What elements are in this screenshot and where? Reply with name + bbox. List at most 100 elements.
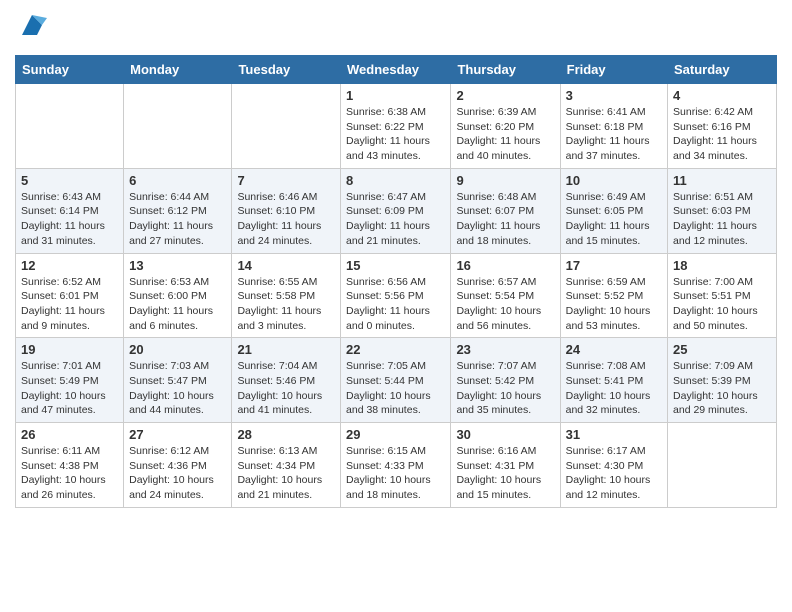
day-info: Sunrise: 6:56 AM Sunset: 5:56 PM Dayligh… bbox=[346, 275, 445, 334]
calendar-week-row: 19 Sunrise: 7:01 AM Sunset: 5:49 PM Dayli… bbox=[16, 338, 777, 423]
calendar-table: SundayMondayTuesdayWednesdayThursdayFrid… bbox=[15, 55, 777, 508]
day-info: Sunrise: 6:15 AM Sunset: 4:33 PM Dayligh… bbox=[346, 444, 445, 503]
calendar-week-row: 26 Sunrise: 6:11 AM Sunset: 4:38 PM Dayli… bbox=[16, 423, 777, 508]
calendar-cell: 8 Sunrise: 6:47 AM Sunset: 6:09 PM Daylig… bbox=[341, 168, 451, 253]
day-info: Sunrise: 6:38 AM Sunset: 6:22 PM Dayligh… bbox=[346, 105, 445, 164]
day-info: Sunrise: 7:07 AM Sunset: 5:42 PM Dayligh… bbox=[456, 359, 554, 418]
day-info: Sunrise: 6:44 AM Sunset: 6:12 PM Dayligh… bbox=[129, 190, 226, 249]
day-number: 13 bbox=[129, 258, 226, 273]
day-number: 5 bbox=[21, 173, 118, 188]
calendar-cell: 21Sunrise: 7:04 AM Sunset: 5:46 PM Dayli… bbox=[232, 338, 341, 423]
day-number: 29 bbox=[346, 427, 445, 442]
calendar-cell: 29 Sunrise: 6:15 AM Sunset: 4:33 PM Dayli… bbox=[341, 423, 451, 508]
day-number: 30 bbox=[456, 427, 554, 442]
day-info: Sunrise: 6:48 AM Sunset: 6:07 PM Dayligh… bbox=[456, 190, 554, 249]
day-info: Sunrise: 6:11 AM Sunset: 4:38 PM Dayligh… bbox=[21, 444, 118, 503]
day-number: 3 bbox=[566, 88, 662, 103]
calendar-cell: 6 Sunrise: 6:44 AM Sunset: 6:12 PM Daylig… bbox=[124, 168, 232, 253]
day-number: 28 bbox=[237, 427, 335, 442]
day-info: Sunrise: 6:46 AM Sunset: 6:10 PM Dayligh… bbox=[237, 190, 335, 249]
calendar-cell: 28 Sunrise: 6:13 AM Sunset: 4:34 PM Dayli… bbox=[232, 423, 341, 508]
calendar-cell: 11 Sunrise: 6:51 AM Sunset: 6:03 PM Dayli… bbox=[668, 168, 777, 253]
calendar-cell: 19 Sunrise: 7:01 AM Sunset: 5:49 PM Dayli… bbox=[16, 338, 124, 423]
weekday-header: Wednesday bbox=[341, 56, 451, 84]
day-number: 27 bbox=[129, 427, 226, 442]
weekday-header: Friday bbox=[560, 56, 667, 84]
calendar-cell: 12 Sunrise: 6:52 AM Sunset: 6:01 PM Dayli… bbox=[16, 253, 124, 338]
day-info: Sunrise: 6:55 AM Sunset: 5:58 PM Dayligh… bbox=[237, 275, 335, 334]
day-number: 24 bbox=[566, 342, 662, 357]
calendar-cell: 13 Sunrise: 6:53 AM Sunset: 6:00 PM Dayli… bbox=[124, 253, 232, 338]
day-number: 6 bbox=[129, 173, 226, 188]
day-number: 12 bbox=[21, 258, 118, 273]
day-info: Sunrise: 7:00 AM Sunset: 5:51 PM Dayligh… bbox=[673, 275, 771, 334]
day-info: Sunrise: 6:13 AM Sunset: 4:34 PM Dayligh… bbox=[237, 444, 335, 503]
calendar-week-row: 5 Sunrise: 6:43 AM Sunset: 6:14 PM Daylig… bbox=[16, 168, 777, 253]
day-info: Sunrise: 7:04 AM Sunset: 5:46 PM Dayligh… bbox=[237, 359, 335, 418]
day-number: 31 bbox=[566, 427, 662, 442]
header bbox=[15, 10, 777, 45]
calendar-cell: 23Sunrise: 7:07 AM Sunset: 5:42 PM Dayli… bbox=[451, 338, 560, 423]
logo-icon bbox=[17, 10, 47, 40]
day-number: 16 bbox=[456, 258, 554, 273]
logo bbox=[15, 10, 47, 45]
day-info: Sunrise: 6:49 AM Sunset: 6:05 PM Dayligh… bbox=[566, 190, 662, 249]
day-info: Sunrise: 6:47 AM Sunset: 6:09 PM Dayligh… bbox=[346, 190, 445, 249]
day-info: Sunrise: 7:01 AM Sunset: 5:49 PM Dayligh… bbox=[21, 359, 118, 418]
calendar-cell: 17Sunrise: 6:59 AM Sunset: 5:52 PM Dayli… bbox=[560, 253, 667, 338]
day-number: 14 bbox=[237, 258, 335, 273]
day-info: Sunrise: 6:53 AM Sunset: 6:00 PM Dayligh… bbox=[129, 275, 226, 334]
calendar-cell: 30 Sunrise: 6:16 AM Sunset: 4:31 PM Dayli… bbox=[451, 423, 560, 508]
calendar-cell: 1 Sunrise: 6:38 AM Sunset: 6:22 PM Daylig… bbox=[341, 84, 451, 169]
day-info: Sunrise: 6:17 AM Sunset: 4:30 PM Dayligh… bbox=[566, 444, 662, 503]
day-number: 7 bbox=[237, 173, 335, 188]
day-number: 20 bbox=[129, 342, 226, 357]
day-number: 22 bbox=[346, 342, 445, 357]
calendar-cell bbox=[232, 84, 341, 169]
day-number: 26 bbox=[21, 427, 118, 442]
day-info: Sunrise: 6:41 AM Sunset: 6:18 PM Dayligh… bbox=[566, 105, 662, 164]
calendar-week-row: 12 Sunrise: 6:52 AM Sunset: 6:01 PM Dayli… bbox=[16, 253, 777, 338]
calendar-cell: 24 Sunrise: 7:08 AM Sunset: 5:41 PM Dayli… bbox=[560, 338, 667, 423]
day-info: Sunrise: 6:39 AM Sunset: 6:20 PM Dayligh… bbox=[456, 105, 554, 164]
calendar-cell bbox=[124, 84, 232, 169]
calendar-cell: 22 Sunrise: 7:05 AM Sunset: 5:44 PM Dayli… bbox=[341, 338, 451, 423]
calendar-cell: 5 Sunrise: 6:43 AM Sunset: 6:14 PM Daylig… bbox=[16, 168, 124, 253]
calendar-cell: 31 Sunrise: 6:17 AM Sunset: 4:30 PM Dayli… bbox=[560, 423, 667, 508]
header-row: SundayMondayTuesdayWednesdayThursdayFrid… bbox=[16, 56, 777, 84]
day-info: Sunrise: 6:16 AM Sunset: 4:31 PM Dayligh… bbox=[456, 444, 554, 503]
day-number: 1 bbox=[346, 88, 445, 103]
weekday-header: Thursday bbox=[451, 56, 560, 84]
logo-text bbox=[15, 10, 47, 45]
day-number: 11 bbox=[673, 173, 771, 188]
day-info: Sunrise: 7:08 AM Sunset: 5:41 PM Dayligh… bbox=[566, 359, 662, 418]
day-number: 8 bbox=[346, 173, 445, 188]
calendar-cell: 10Sunrise: 6:49 AM Sunset: 6:05 PM Dayli… bbox=[560, 168, 667, 253]
weekday-header: Monday bbox=[124, 56, 232, 84]
calendar-week-row: 1 Sunrise: 6:38 AM Sunset: 6:22 PM Daylig… bbox=[16, 84, 777, 169]
day-info: Sunrise: 7:09 AM Sunset: 5:39 PM Dayligh… bbox=[673, 359, 771, 418]
calendar-cell: 20Sunrise: 7:03 AM Sunset: 5:47 PM Dayli… bbox=[124, 338, 232, 423]
day-info: Sunrise: 6:57 AM Sunset: 5:54 PM Dayligh… bbox=[456, 275, 554, 334]
day-info: Sunrise: 6:43 AM Sunset: 6:14 PM Dayligh… bbox=[21, 190, 118, 249]
day-number: 15 bbox=[346, 258, 445, 273]
day-number: 19 bbox=[21, 342, 118, 357]
day-info: Sunrise: 6:12 AM Sunset: 4:36 PM Dayligh… bbox=[129, 444, 226, 503]
calendar-cell: 4 Sunrise: 6:42 AM Sunset: 6:16 PM Daylig… bbox=[668, 84, 777, 169]
day-info: Sunrise: 6:51 AM Sunset: 6:03 PM Dayligh… bbox=[673, 190, 771, 249]
day-number: 25 bbox=[673, 342, 771, 357]
calendar-cell: 15 Sunrise: 6:56 AM Sunset: 5:56 PM Dayli… bbox=[341, 253, 451, 338]
calendar-cell: 7 Sunrise: 6:46 AM Sunset: 6:10 PM Daylig… bbox=[232, 168, 341, 253]
calendar-cell: 25 Sunrise: 7:09 AM Sunset: 5:39 PM Dayli… bbox=[668, 338, 777, 423]
day-info: Sunrise: 6:52 AM Sunset: 6:01 PM Dayligh… bbox=[21, 275, 118, 334]
day-info: Sunrise: 6:42 AM Sunset: 6:16 PM Dayligh… bbox=[673, 105, 771, 164]
weekday-header: Sunday bbox=[16, 56, 124, 84]
day-info: Sunrise: 7:05 AM Sunset: 5:44 PM Dayligh… bbox=[346, 359, 445, 418]
calendar-cell: 14 Sunrise: 6:55 AM Sunset: 5:58 PM Dayli… bbox=[232, 253, 341, 338]
day-number: 2 bbox=[456, 88, 554, 103]
weekday-header: Saturday bbox=[668, 56, 777, 84]
day-number: 4 bbox=[673, 88, 771, 103]
calendar-cell: 27 Sunrise: 6:12 AM Sunset: 4:36 PM Dayli… bbox=[124, 423, 232, 508]
calendar-cell bbox=[16, 84, 124, 169]
weekday-header: Tuesday bbox=[232, 56, 341, 84]
